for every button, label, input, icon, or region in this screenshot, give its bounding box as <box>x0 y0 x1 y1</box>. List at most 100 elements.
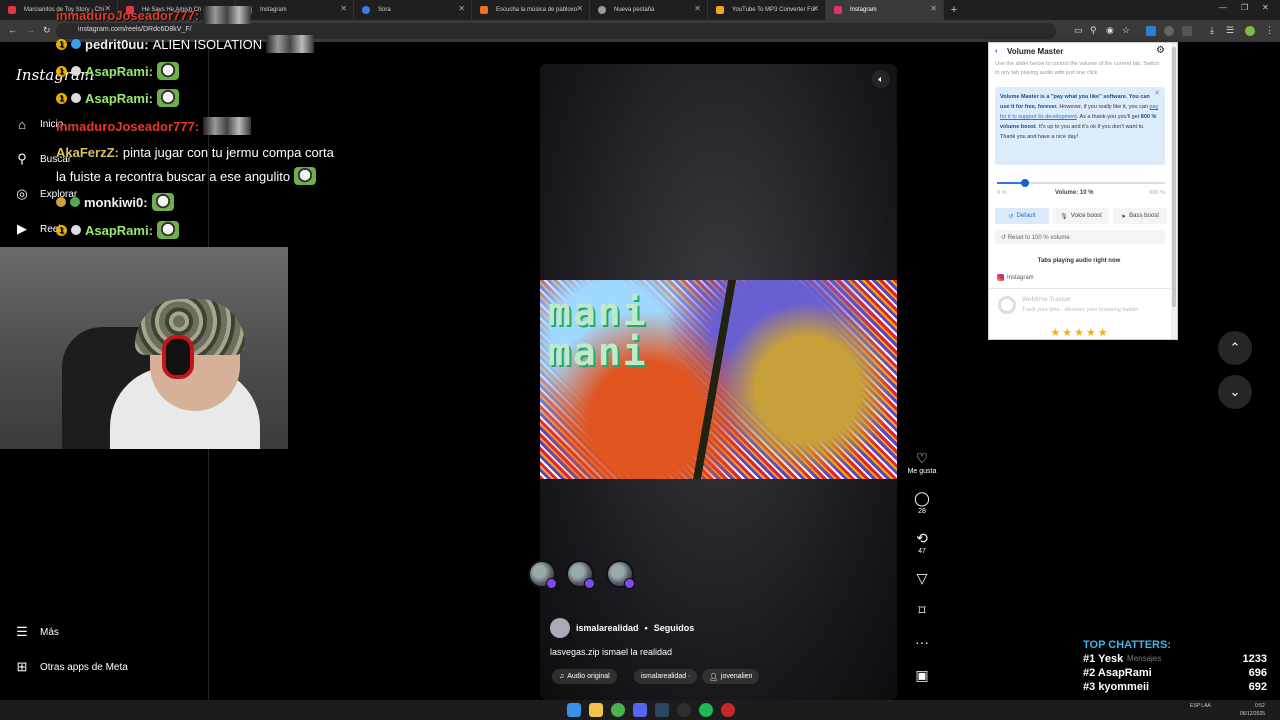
previous-reel-button[interactable]: ⌃ <box>1218 331 1252 365</box>
avatar[interactable] <box>606 560 635 589</box>
close-tab-icon[interactable]: ✕ <box>340 4 347 13</box>
emote-icon <box>266 35 315 53</box>
sidebar-item-meta-apps[interactable]: ⊞ Otras apps de Meta <box>14 659 128 675</box>
forward-icon[interactable]: → <box>26 25 35 35</box>
steam-icon[interactable] <box>655 703 669 717</box>
sub-badge-icon: 1 <box>56 38 67 50</box>
menu-list-icon[interactable]: ☰ <box>1226 25 1234 36</box>
divider <box>989 288 1175 289</box>
gear-icon[interactable]: ⚙ <box>1156 45 1165 56</box>
file-explorer-icon[interactable] <box>589 703 603 717</box>
playing-tab-item[interactable]: Instagram <box>997 274 1034 281</box>
zoom-icon[interactable]: ⚲ <box>1090 25 1097 36</box>
emote-icon <box>156 89 179 107</box>
obs-icon[interactable] <box>677 703 691 717</box>
profile-avatar-icon[interactable] <box>1245 26 1255 36</box>
eye-off-icon[interactable]: ◉ <box>1106 25 1114 36</box>
reload-icon[interactable]: ↻ <box>43 25 51 36</box>
tracker-title[interactable]: Webtime Tracker <box>1022 296 1071 303</box>
extension-icon[interactable] <box>1146 26 1156 36</box>
avatar[interactable] <box>566 560 595 589</box>
spotify-icon[interactable] <box>699 703 713 717</box>
speaker-icon: 🔈︎ <box>878 73 884 84</box>
chat-message: inmaduroJoseador777: <box>56 117 252 135</box>
top-chatter-row: #1 Yesk 1233 <box>1083 653 1267 665</box>
app-icon[interactable] <box>721 703 735 717</box>
more-options-button[interactable]: ··· <box>904 634 940 650</box>
rating-stars[interactable]: ★★★★★ <box>989 326 1171 339</box>
mensajes-label: Mensajes <box>1127 654 1162 663</box>
author-username[interactable]: ismalarealidad <box>576 623 639 633</box>
reset-volume-button[interactable]: ↺ Reset to 100 % volume <box>995 230 1165 244</box>
volume-slider[interactable] <box>997 179 1165 187</box>
browser-tab[interactable]: Sora ✕ <box>354 0 472 20</box>
clock-date[interactable]: 06/12/2025 <box>1240 711 1265 717</box>
reel-player[interactable]: mani mani <box>540 64 897 700</box>
chat-message: 1 AsapRami: <box>56 89 179 107</box>
volume-icon: ◖ <box>994 48 999 55</box>
close-tab-icon[interactable]: ✕ <box>930 4 937 13</box>
hamburger-menu-icon: ☰ <box>16 624 28 639</box>
browser-tab[interactable]: Nueva pestaña ✕ <box>590 0 708 20</box>
emote-icon <box>156 221 179 239</box>
avatar[interactable] <box>528 560 557 589</box>
following-label[interactable]: Seguidos <box>654 623 695 633</box>
repost-button[interactable]: ⟲ 47 <box>904 530 940 555</box>
cast-icon[interactable]: ▭ <box>1074 25 1083 36</box>
audio-pill[interactable]: ♫ Audio original <box>552 669 617 684</box>
instagram-icon <box>997 274 1004 281</box>
close-tab-icon[interactable]: ✕ <box>812 4 819 13</box>
downloads-icon[interactable]: ⤓ <box>1210 25 1214 36</box>
extensions-puzzle-icon[interactable] <box>1182 26 1192 36</box>
chrome-icon[interactable] <box>611 703 625 717</box>
volume-master-extension-icon[interactable] <box>1164 26 1174 36</box>
new-tab-button[interactable]: + <box>944 0 964 20</box>
browser-menu-icon[interactable]: ⋮ <box>1265 25 1274 36</box>
webtime-tracker-icon[interactable] <box>998 296 1016 314</box>
close-tab-icon[interactable]: ✕ <box>458 4 465 13</box>
emote-icon <box>203 117 252 135</box>
browser-tab[interactable]: Escucha la música de pabloxo ✕ <box>472 0 590 20</box>
language-indicator[interactable]: ESP LAA <box>1190 703 1211 709</box>
close-window-icon[interactable]: ✕ <box>1262 3 1269 12</box>
comment-button[interactable]: ◯ 28 <box>904 490 940 515</box>
popup-scrollbar[interactable] <box>1171 43 1177 339</box>
mute-toggle-button[interactable]: 🔈︎ <box>872 70 890 88</box>
reel-author: ismalarealidad • Seguidos <box>550 618 694 638</box>
music-badge-icon <box>546 578 557 589</box>
audio-author-pill[interactable]: ismalarealidad · <box>634 669 698 684</box>
browser-tab[interactable]: YouTube To MP3 Converter For ✕ <box>708 0 826 20</box>
bass-boost-button[interactable]: ➤ Bass boost <box>1113 208 1167 224</box>
minimize-icon[interactable]: — <box>1219 3 1227 12</box>
audio-thumbnail-button[interactable]: ▣ <box>904 667 940 683</box>
discord-icon[interactable] <box>633 703 647 717</box>
save-button[interactable]: ⌑ <box>904 602 940 618</box>
scrollbar-thumb[interactable] <box>1172 47 1176 307</box>
restore-icon[interactable]: ❐ <box>1241 3 1248 12</box>
clock-time[interactable]: 0:52 <box>1255 703 1265 709</box>
slider-handle[interactable] <box>1021 179 1029 187</box>
avatar[interactable] <box>550 618 570 638</box>
close-tab-icon[interactable]: ✕ <box>576 4 583 13</box>
bookmark-star-icon[interactable]: ☆ <box>1122 25 1130 36</box>
headset-icon <box>162 335 194 379</box>
reel-video[interactable]: mani mani <box>540 280 897 479</box>
close-icon[interactable]: ✕ <box>1154 89 1160 99</box>
next-reel-button[interactable]: ⌄ <box>1218 375 1252 409</box>
voice-boost-button[interactable]: 🎙︎ Voice boost <box>1053 208 1109 224</box>
windows-start-icon[interactable] <box>567 703 581 717</box>
like-button[interactable]: ♡ Me gusta <box>904 450 940 475</box>
browser-tab-active[interactable]: Instagram ✕ <box>826 0 944 20</box>
windows-taskbar: ESP LAA 0:52 06/12/2025 <box>0 700 1280 720</box>
close-tab-icon[interactable]: ✕ <box>694 4 701 13</box>
sidebar-item-more[interactable]: ☰ Más <box>14 624 59 640</box>
reset-arrow-icon: ↺ <box>1001 235 1007 241</box>
chevron-down-icon: ⌄ <box>1229 384 1241 399</box>
share-button[interactable]: ▽ <box>904 570 940 586</box>
browser-tab[interactable]: Instagram ✕ <box>236 0 354 20</box>
tagged-user-pill[interactable]: 👤︎ jovenalien <box>702 669 760 684</box>
default-mode-button[interactable]: ↺ Default <box>995 208 1049 224</box>
back-icon[interactable]: ← <box>8 25 17 35</box>
instagram-favicon-icon <box>834 6 842 14</box>
compass-icon: ◎ <box>16 186 28 201</box>
